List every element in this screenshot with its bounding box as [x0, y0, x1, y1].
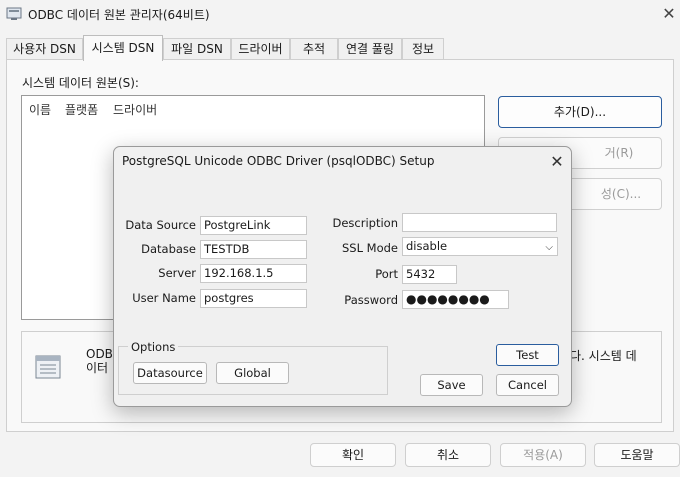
user-name-input[interactable]: postgres: [200, 289, 307, 308]
description-input[interactable]: [402, 213, 557, 232]
column-header-name[interactable]: 이름: [29, 101, 51, 118]
add-button[interactable]: 추가(D)...: [498, 96, 662, 128]
database-label: Database: [141, 242, 196, 256]
data-source-label: Data Source: [125, 218, 196, 232]
database-info-icon: [35, 355, 61, 379]
column-header-platform[interactable]: 플랫폼: [65, 101, 98, 118]
dialog-cancel-button[interactable]: Cancel: [496, 374, 559, 396]
apply-button[interactable]: 적용(A): [500, 443, 586, 467]
user-name-label: User Name: [132, 291, 196, 305]
tab-user-dsn[interactable]: 사용자 DSN: [6, 38, 83, 60]
password-label: Password: [344, 293, 398, 307]
window-title: ODBC 데이터 원본 관리자(64비트): [28, 8, 210, 22]
tab-drivers[interactable]: 드라이버: [231, 38, 290, 60]
tab-file-dsn[interactable]: 파일 DSN: [163, 38, 231, 60]
cancel-button[interactable]: 취소: [405, 443, 491, 467]
odbc-app-icon: [6, 7, 22, 20]
server-input[interactable]: 192.168.1.5: [200, 264, 307, 283]
psqlodbc-setup-dialog: PostgreSQL Unicode ODBC Driver (psqlODBC…: [113, 146, 572, 407]
options-legend: Options: [128, 340, 179, 354]
save-button[interactable]: Save: [420, 374, 483, 396]
global-options-button[interactable]: Global: [216, 362, 289, 384]
info-text-right: 다. 시스템 데: [570, 349, 637, 363]
tab-system-dsn[interactable]: 시스템 DSN: [83, 35, 163, 61]
tab-connection-pooling[interactable]: 연결 풀링: [338, 38, 402, 60]
password-input[interactable]: ●●●●●●●●: [402, 290, 509, 309]
ssl-mode-select[interactable]: disable ⌵: [402, 237, 558, 256]
ok-button[interactable]: 확인: [310, 443, 396, 467]
dialog-close-icon[interactable]: ✕: [546, 151, 568, 173]
chevron-down-icon: ⌵: [545, 242, 553, 253]
system-dsn-list-label: 시스템 데이터 원본(S):: [22, 76, 139, 90]
test-button[interactable]: Test: [496, 344, 559, 366]
description-label: Description: [332, 216, 399, 230]
dialog-title: PostgreSQL Unicode ODBC Driver (psqlODBC…: [122, 154, 435, 168]
window-close-icon[interactable]: ✕: [658, 2, 680, 26]
ssl-mode-value: disable: [406, 239, 448, 253]
tab-tracing[interactable]: 추적: [290, 38, 338, 60]
port-label: Port: [375, 267, 398, 281]
column-header-driver[interactable]: 드라이버: [113, 101, 157, 118]
title-bar: ODBC 데이터 원본 관리자(64비트) ✕: [0, 0, 680, 30]
server-label: Server: [158, 266, 196, 280]
data-source-input[interactable]: PostgreLink: [200, 216, 307, 235]
help-button[interactable]: 도움말: [594, 443, 680, 467]
port-input[interactable]: 5432: [402, 265, 457, 284]
tab-about[interactable]: 정보: [402, 38, 444, 60]
datasource-options-button[interactable]: Datasource: [133, 362, 207, 384]
database-input[interactable]: TESTDB: [200, 240, 307, 259]
ssl-mode-label: SSL Mode: [342, 241, 398, 255]
